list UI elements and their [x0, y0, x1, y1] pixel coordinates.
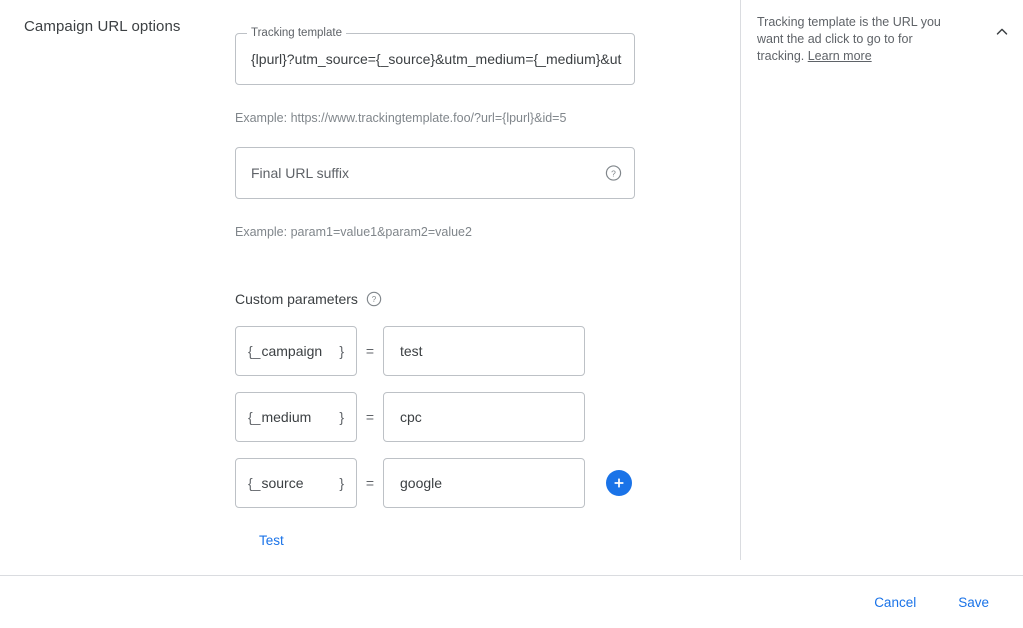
- help-circle-icon[interactable]: ?: [605, 165, 622, 182]
- tracking-template-field[interactable]: Tracking template {lpurl}?utm_source={_s…: [235, 33, 635, 85]
- page-title: Campaign URL options: [24, 18, 181, 35]
- final-url-suffix-input[interactable]: Final URL suffix: [251, 148, 628, 198]
- parameter-key-input[interactable]: {_ source }: [235, 458, 357, 508]
- custom-parameter-rows: {_ campaign } = test {_ medium } = cpc {…: [235, 326, 632, 524]
- parameter-value-input[interactable]: cpc: [383, 392, 585, 442]
- collapse-help-button[interactable]: [988, 18, 1016, 46]
- help-panel-content: Tracking template is the URL you want th…: [757, 14, 1007, 65]
- help-panel-text: Tracking template is the URL you want th…: [757, 14, 947, 65]
- equals-sign: =: [357, 409, 383, 425]
- parameter-prefix: {_: [248, 343, 260, 359]
- cancel-button[interactable]: Cancel: [866, 589, 924, 616]
- custom-parameter-row: {_ medium } = cpc: [235, 392, 632, 442]
- svg-text:?: ?: [611, 168, 616, 178]
- parameter-suffix: }: [339, 343, 344, 359]
- parameter-prefix: {_: [248, 409, 260, 425]
- save-button[interactable]: Save: [950, 589, 997, 616]
- svg-text:?: ?: [372, 295, 377, 304]
- custom-parameter-row: {_ campaign } = test: [235, 326, 632, 376]
- parameter-suffix: }: [339, 475, 344, 491]
- parameter-name[interactable]: source: [260, 475, 339, 491]
- custom-parameter-row: {_ source } = google: [235, 458, 632, 508]
- custom-parameters-label: Custom parameters: [235, 291, 358, 307]
- tracking-template-input[interactable]: {lpurl}?utm_source={_source}&utm_medium=…: [251, 34, 628, 84]
- chevron-up-icon: [993, 23, 1011, 41]
- help-panel: Tracking template is the URL you want th…: [740, 0, 1023, 560]
- test-link[interactable]: Test: [259, 533, 284, 548]
- parameter-value-input[interactable]: google: [383, 458, 585, 508]
- plus-icon: [611, 475, 627, 491]
- parameter-suffix: }: [339, 409, 344, 425]
- equals-sign: =: [357, 343, 383, 359]
- parameter-key-input[interactable]: {_ campaign }: [235, 326, 357, 376]
- custom-parameters-heading: Custom parameters ?: [235, 291, 382, 307]
- parameter-name[interactable]: medium: [260, 409, 339, 425]
- add-parameter-button[interactable]: [606, 470, 632, 496]
- help-circle-icon[interactable]: ?: [366, 291, 382, 307]
- parameter-key-input[interactable]: {_ medium }: [235, 392, 357, 442]
- tracking-template-example: Example: https://www.trackingtemplate.fo…: [235, 111, 566, 125]
- parameter-name[interactable]: campaign: [260, 343, 339, 359]
- final-url-suffix-field[interactable]: Final URL suffix ?: [235, 147, 635, 199]
- equals-sign: =: [357, 475, 383, 491]
- parameter-prefix: {_: [248, 475, 260, 491]
- final-url-suffix-example: Example: param1=value1&param2=value2: [235, 225, 472, 239]
- footer-actions: Cancel Save: [0, 576, 1023, 628]
- parameter-value-input[interactable]: test: [383, 326, 585, 376]
- campaign-url-options-panel: Campaign URL options Tracking template {…: [0, 0, 1023, 628]
- learn-more-link[interactable]: Learn more: [808, 49, 872, 63]
